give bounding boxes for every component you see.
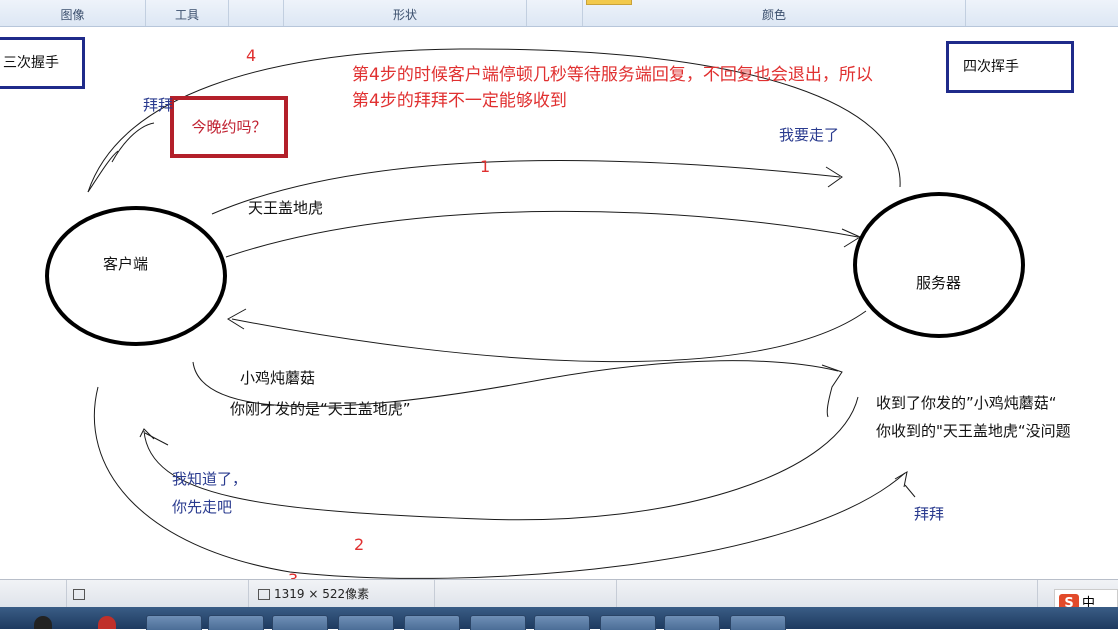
three-handshake-box: 三次握手 (0, 37, 85, 89)
taskbar (0, 607, 1118, 630)
status-cell-4 (617, 580, 1038, 608)
ribbon-group-image[interactable]: 图像 (0, 0, 146, 26)
taskbar-button-5[interactable] (404, 615, 460, 630)
media-app-icon[interactable] (34, 616, 52, 629)
taskbar-button-3[interactable] (272, 615, 328, 630)
tianwang-label: 天王盖地虎 (248, 199, 324, 217)
taskbar-button-10[interactable] (730, 615, 786, 630)
step4-note-line2: 第4步的拜拜不一定能够收到 (352, 91, 567, 111)
received-line1: 收到了你发的”小鸡炖蘑菇“ (876, 394, 1057, 412)
ribbon-group-tools[interactable]: 工具 (146, 0, 229, 26)
taskbar-button-4[interactable] (338, 615, 394, 630)
status-bar: 1319 × 522像素 (0, 579, 1118, 608)
taskbar-button-6[interactable] (470, 615, 526, 630)
status-cursor-cell (67, 580, 249, 608)
taskbar-button-9[interactable] (664, 615, 720, 630)
step-number-4: 4 (246, 46, 257, 65)
ribbon-group-shapes[interactable]: 形状 (284, 0, 527, 26)
taskbar-button-2[interactable] (208, 615, 264, 630)
ribbon-divider-cell (229, 0, 284, 26)
bye-left-label: 拜拜 (143, 96, 174, 114)
step-number-1: 1 (480, 157, 491, 176)
status-cell-empty (0, 580, 67, 608)
taskbar-button-7[interactable] (534, 615, 590, 630)
server-label: 服务器 (916, 274, 962, 292)
leaving-label: 我要走了 (779, 126, 840, 144)
step4-note-line1: 第4步的时候客户端停顿几秒等待服务端回复，不回复也会退出，所以 (352, 65, 873, 85)
four-wave-label: 四次挥手 (963, 59, 1019, 75)
xiaoji-label: 小鸡炖蘑菇 (240, 369, 316, 387)
tonight-box: 今晚约吗？ (170, 96, 288, 158)
selected-color-swatch[interactable] (586, 0, 632, 5)
image-size-icon (258, 589, 270, 600)
server-circle (853, 192, 1025, 338)
i-know-line2: 你先走吧 (172, 498, 233, 516)
status-cell-3 (436, 580, 617, 608)
image-dimensions: 1319 × 522像素 (274, 587, 370, 601)
drawing-canvas[interactable]: 三次握手 四次挥手 今晚约吗？ 客户端 服务器 第4步的时候客户端停顿几秒等待服… (0, 27, 1118, 589)
received-line2: 你收到的"天王盖地虎“没问题 (876, 422, 1071, 440)
ribbon-group-colors[interactable]: 颜色 (583, 0, 966, 26)
taskbar-button-1[interactable] (146, 615, 202, 630)
four-wave-box: 四次挥手 (946, 41, 1074, 93)
step-number-2: 2 (354, 535, 365, 554)
you-sent-label: 你刚才发的是“天王盖地虎” (230, 400, 411, 418)
record-app-icon[interactable] (98, 616, 116, 629)
ribbon: 图像 工具 形状 颜色 (0, 0, 1118, 27)
taskbar-button-8[interactable] (600, 615, 656, 630)
client-label: 客户端 (103, 255, 149, 273)
tonight-label: 今晚约吗？ (191, 118, 267, 136)
cursor-position-icon (73, 589, 85, 600)
ribbon-divider-cell-2 (527, 0, 583, 26)
i-know-line1: 我知道了， (172, 470, 248, 488)
bye-right-label: 拜拜 (914, 505, 945, 523)
status-dimensions-cell: 1319 × 522像素 (250, 580, 435, 608)
three-handshake-label: 三次握手 (3, 55, 59, 71)
client-circle (45, 206, 227, 346)
